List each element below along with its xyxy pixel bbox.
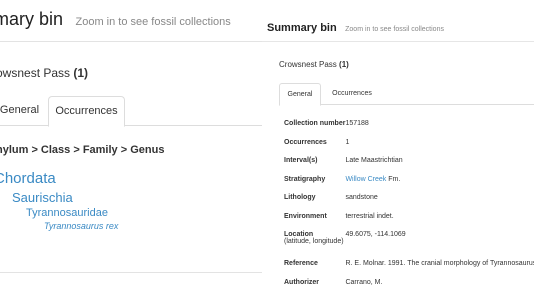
panel-hint: Zoom in to see fossil collections bbox=[345, 26, 444, 33]
row-label: Authorizer bbox=[284, 278, 319, 286]
row-value: 49.6075, -114.1069 bbox=[345, 231, 406, 238]
place-count: (1) bbox=[339, 60, 349, 69]
row-label: Occurrences bbox=[284, 138, 327, 146]
panel-divider bbox=[262, 41, 534, 42]
place-label: Crowsnest Pass bbox=[279, 60, 337, 69]
stratigraphy-suffix: Fm. bbox=[388, 175, 401, 183]
tab-occurrences[interactable]: Occurrences bbox=[323, 83, 381, 105]
taxon-phylum[interactable]: Chordata bbox=[0, 170, 56, 187]
taxon-family[interactable]: Tyrannosauridae bbox=[26, 207, 108, 219]
table-row: Occurrences 1 bbox=[284, 135, 534, 154]
location-label: Location bbox=[284, 231, 314, 238]
table-row: Collection number 157188 bbox=[284, 116, 534, 135]
taxon-genus[interactable]: Tyrannosaurus rex bbox=[44, 221, 118, 231]
row-value: 1 bbox=[345, 138, 350, 146]
table-row: Stratigraphy Willow Creek Fm. bbox=[284, 172, 534, 191]
row-label: Lithology bbox=[284, 194, 316, 201]
row-value: Late Maastrichtian bbox=[345, 157, 403, 164]
table-row: Lithology sandstone bbox=[284, 190, 534, 209]
collection-details-table: Collection number 157188 Occurrences 1 I… bbox=[284, 116, 534, 293]
row-label: Location (latitude, longitude) bbox=[284, 227, 345, 256]
left-hint: Zoom in to see fossil collections bbox=[75, 16, 231, 28]
left-divider-bottom bbox=[0, 272, 262, 273]
left-header: mary bin Zoom in to see fossil collectio… bbox=[0, 9, 231, 30]
row-label: Environment bbox=[284, 212, 327, 220]
row-label: Stratigraphy bbox=[284, 175, 326, 183]
row-value: 157188 bbox=[345, 120, 369, 127]
table-row: Reference R. E. Molnar. 1991. The crania… bbox=[284, 256, 534, 275]
left-place-label: owsnest Pass bbox=[0, 66, 71, 80]
taxon-class[interactable]: Saurischia bbox=[12, 190, 73, 205]
zoomed-panel: mary bin Zoom in to see fossil collectio… bbox=[0, 0, 262, 302]
row-label: Collection number bbox=[284, 120, 346, 127]
table-row: Authorizer Carrano, M. bbox=[284, 275, 534, 294]
panel-title: Summary bin bbox=[267, 22, 337, 34]
location-sublabel: (latitude, longitude) bbox=[284, 238, 344, 245]
panel-header: Summary bin Zoom in to see fossil collec… bbox=[267, 18, 444, 36]
left-tab-general[interactable]: General bbox=[0, 96, 47, 126]
taxonomy-path: hylum > Class > Family > Genus bbox=[0, 144, 165, 156]
row-label: Reference bbox=[284, 260, 318, 267]
left-tab-occurrences[interactable]: Occurrences bbox=[48, 96, 125, 127]
row-label: Interval(s) bbox=[284, 157, 318, 164]
left-place-count: (1) bbox=[73, 66, 89, 80]
row-value: terrestrial indet. bbox=[345, 212, 394, 220]
left-place-name: owsnest Pass (1) bbox=[0, 66, 88, 80]
left-title: mary bin bbox=[0, 9, 64, 29]
panel-tabs: General Occurrences bbox=[279, 83, 534, 106]
table-row: Environment terrestrial indet. bbox=[284, 209, 534, 228]
tab-general[interactable]: General bbox=[279, 83, 321, 106]
row-value: R. E. Molnar. 1991. The cranial morpholo… bbox=[345, 260, 534, 267]
row-value: Carrano, M. bbox=[345, 278, 383, 286]
stratigraphy-link[interactable]: Willow Creek bbox=[345, 176, 386, 183]
table-row: Interval(s) Late Maastrichtian bbox=[284, 153, 534, 172]
place-name: Crowsnest Pass (1) bbox=[279, 60, 349, 69]
summary-panel: Summary bin Zoom in to see fossil collec… bbox=[262, 0, 534, 302]
left-divider-top bbox=[0, 41, 262, 42]
row-value: sandstone bbox=[345, 194, 378, 201]
left-tabs: General Occurrences bbox=[0, 96, 262, 127]
row-value: Willow Creek Fm. bbox=[345, 172, 534, 191]
table-row: Location (latitude, longitude) 49.6075, -… bbox=[284, 227, 534, 256]
